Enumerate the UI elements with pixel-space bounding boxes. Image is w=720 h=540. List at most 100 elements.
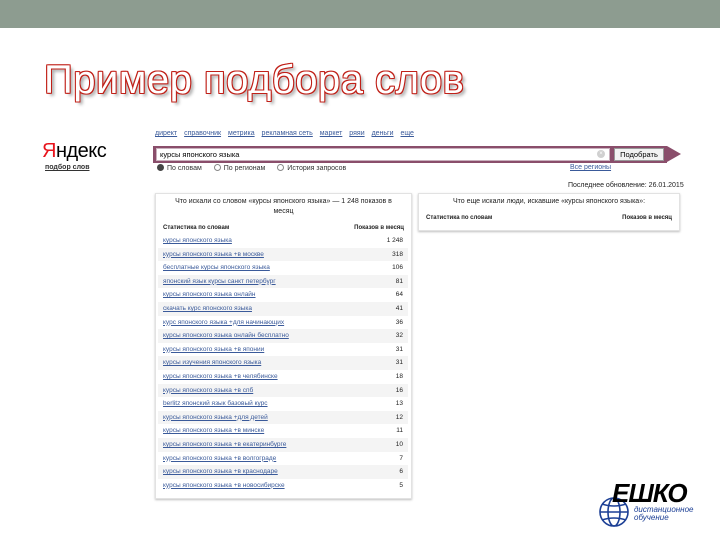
impressions-count: 106: [392, 264, 403, 272]
service-link-metrika[interactable]: метрика: [228, 130, 255, 137]
service-link-market[interactable]: маркет: [320, 130, 343, 137]
table-row: скачать курс японского языка 41: [158, 301, 408, 316]
impressions-count: 36: [395, 318, 403, 326]
keyword-link[interactable]: курсы японского языка +в челябинске: [163, 370, 278, 384]
table-row: курсы японского языка онлайн 64: [158, 288, 408, 302]
impressions-count: 32: [395, 332, 403, 340]
search-mode-radios: По словам По регионам История запросов: [157, 164, 356, 172]
keyword-link[interactable]: бесплатные курсы японского языка: [163, 261, 270, 275]
keyword-link[interactable]: курсы изучения японского языка: [163, 356, 261, 370]
impressions-count: 11: [396, 427, 403, 435]
yandex-logo[interactable]: Яндекс: [42, 140, 107, 163]
impressions-count: 13: [395, 400, 403, 408]
service-link-direct[interactable]: директ: [155, 130, 177, 137]
also-searched-panel: Что еще искали люди, искавшие «курсы япо…: [418, 193, 680, 231]
search-input[interactable]: курсы японского языка: [156, 148, 610, 161]
keyword-list: курсы японского языка 1 248 курсы японско…: [158, 234, 408, 492]
table-row: курс японского языка +для начинающих 36: [158, 316, 408, 330]
column-headers: Статистика по словам Показов в месяц: [163, 225, 404, 231]
wordstat-link[interactable]: подбор слов: [45, 164, 90, 171]
impressions-count: 7: [399, 454, 403, 462]
impressions-count: 41: [395, 304, 403, 312]
impressions-count: 31: [395, 359, 403, 367]
impressions-count: 16: [395, 386, 403, 394]
keyword-link[interactable]: курсы японского языка онлайн бесплатно: [163, 329, 289, 343]
keyword-link[interactable]: скачать курс японского языка: [163, 302, 252, 316]
keyword-link[interactable]: курсы японского языка +в краснодаре: [163, 465, 278, 479]
keyword-link[interactable]: курсы японского языка: [163, 234, 232, 248]
impressions-count: 18: [395, 372, 403, 380]
service-link-directory[interactable]: справочник: [184, 130, 221, 137]
impressions-count: 31: [395, 345, 403, 353]
keyword-link[interactable]: курсы японского языка +в спб: [163, 384, 253, 398]
impressions-count: 64: [395, 291, 403, 299]
service-link-money[interactable]: деньги: [372, 130, 394, 137]
keyword-link[interactable]: курсы японского языка онлайн: [163, 288, 256, 302]
keyword-link[interactable]: курсы японского языка +в новосибирске: [163, 479, 285, 493]
service-link-ryaii[interactable]: ряяи: [349, 130, 364, 137]
yandex-logo-rest: ндекс: [55, 140, 107, 162]
table-row: курсы японского языка +в новосибирске 5: [158, 479, 408, 493]
impressions-count: 12: [395, 413, 403, 421]
col-word-stats: Статистика по словам: [426, 215, 493, 221]
table-row: курсы японского языка +в волгограде 7: [158, 452, 408, 466]
keyword-link[interactable]: курсы японского языка +в москве: [163, 248, 264, 262]
table-row: курсы японского языка +в спб 16: [158, 383, 408, 398]
table-row: курсы изучения японского языка 31: [158, 356, 408, 370]
keyword-link[interactable]: курсы японского языка +в екатеринбурге: [163, 438, 286, 452]
column-headers: Статистика по словам Показов в месяц: [426, 215, 672, 221]
service-link-ad-network[interactable]: рекламная сеть: [262, 130, 313, 137]
table-row: курсы японского языка онлайн бесплатно 32: [158, 329, 408, 343]
clear-icon[interactable]: ×: [597, 150, 605, 158]
keyword-link[interactable]: курсы японского языка +в минске: [163, 424, 264, 438]
service-link-more[interactable]: еще: [400, 130, 413, 137]
radio-label: История запросов: [287, 165, 347, 172]
radio-query-history[interactable]: История запросов: [277, 164, 347, 172]
impressions-count: 318: [392, 250, 403, 258]
keyword-link[interactable]: курс японского языка +для начинающих: [163, 316, 284, 330]
impressions-count: 5: [399, 481, 403, 489]
table-row: курсы японского языка +в москве 318: [158, 247, 408, 262]
panel-heading: Что искали со словом «курсы японского яз…: [175, 198, 392, 215]
radio-by-words[interactable]: По словам: [157, 164, 202, 172]
table-row: курсы японского языка +в краснодаре 6: [158, 465, 408, 479]
radio-label: По регионам: [223, 165, 266, 172]
slide-top-bar: [0, 0, 720, 28]
col-impressions[interactable]: Показов в месяц: [622, 215, 672, 221]
yandex-logo-first-letter: Я: [42, 140, 56, 162]
table-row: курсы японского языка +в челябинске 18: [158, 370, 408, 384]
impressions-count: 1 248: [386, 237, 403, 244]
keyword-link[interactable]: berlitz японский язык базовый курс: [163, 397, 268, 411]
table-row: курсы японского языка +в минске 11: [158, 424, 408, 438]
impressions-count: 6: [399, 468, 403, 476]
keyword-link[interactable]: курсы японского языка +для детей: [163, 411, 268, 425]
slide-title: Пример подбора слов: [44, 58, 465, 102]
table-row: курсы японского языка +в японии 31: [158, 343, 408, 357]
table-row: berlitz японский язык базовый курс 13: [158, 397, 408, 411]
col-word-stats: Статистика по словам: [163, 225, 230, 231]
table-row: бесплатные курсы японского языка 106: [158, 261, 408, 275]
radio-selected-icon: [157, 164, 164, 171]
brand-tagline-line: обучение: [634, 513, 669, 522]
impressions-count: 81: [395, 277, 403, 285]
panel-heading: Что еще искали люди, искавшие «курсы япо…: [452, 198, 646, 205]
table-row: японский язык курсы санкт петербург 81: [158, 274, 408, 289]
brand-tagline: дистанционное обучение: [634, 506, 693, 522]
radio-icon: [213, 164, 221, 171]
all-regions-link[interactable]: Все регионы: [570, 164, 611, 171]
search-button[interactable]: Подобрать: [614, 148, 664, 161]
table-row: курсы японского языка +для детей 12: [158, 410, 408, 425]
last-updated: Последнее обновление: 26.01.2015: [568, 182, 684, 189]
table-row: курсы японского языка 1 248: [158, 234, 408, 248]
impressions-count: 10: [395, 440, 403, 448]
services-nav: директ справочник метрика рекламная сеть…: [155, 130, 419, 137]
col-impressions[interactable]: Показов в месяц: [354, 225, 404, 231]
keyword-link[interactable]: японский язык курсы санкт петербург: [163, 275, 276, 289]
table-row: курсы японского языка +в екатеринбурге 10: [158, 437, 408, 452]
keyword-link[interactable]: курсы японского языка +в японии: [163, 343, 264, 357]
searched-with-word-panel: Что искали со словом «курсы японского яз…: [155, 193, 412, 499]
radio-by-regions[interactable]: По регионам: [213, 164, 266, 172]
radio-icon: [277, 164, 285, 171]
radio-label: По словам: [167, 165, 202, 172]
keyword-link[interactable]: курсы японского языка +в волгограде: [163, 452, 276, 466]
